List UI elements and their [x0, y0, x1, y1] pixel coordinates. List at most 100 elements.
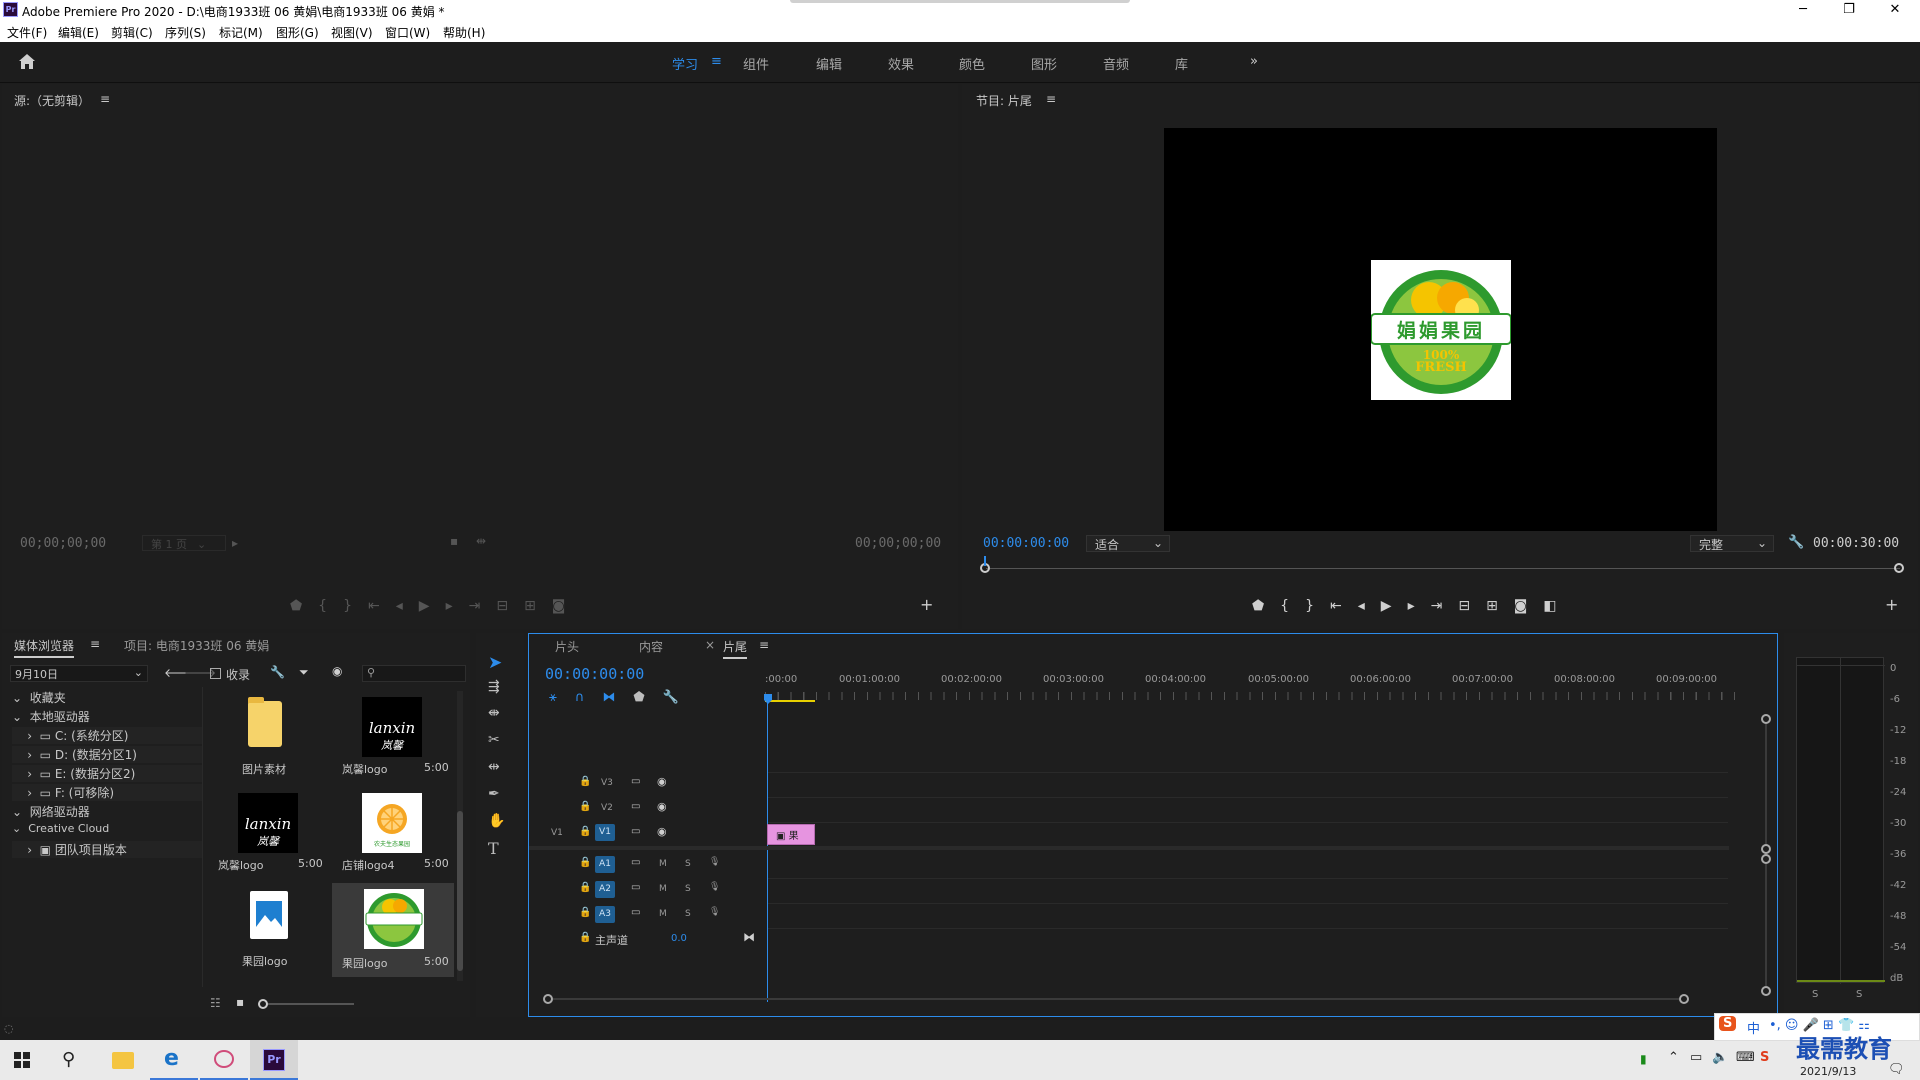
- export-frame-icon[interactable]: ◙: [552, 598, 582, 614]
- master-expand-icon[interactable]: ⧓: [743, 930, 755, 944]
- lock-icon[interactable]: 🔒: [579, 776, 591, 787]
- razor-tool-icon[interactable]: ✂: [488, 732, 500, 748]
- sync-lock-icon[interactable]: ▭: [631, 776, 640, 787]
- ingest-checkbox[interactable]: [210, 668, 221, 679]
- program-add-button-icon[interactable]: +: [1885, 595, 1898, 614]
- source-add-button-icon[interactable]: +: [920, 595, 933, 614]
- sync-lock-icon[interactable]: ▭: [631, 857, 640, 868]
- workspace-tab-color[interactable]: 颜色: [959, 54, 985, 73]
- microphone-icon[interactable]: 🎙: [709, 907, 720, 917]
- edge-browser-icon[interactable]: e: [150, 1040, 198, 1080]
- microphone-icon[interactable]: 🎙: [709, 857, 720, 867]
- program-quality-select[interactable]: 完整 ⌄: [1690, 535, 1774, 552]
- menu-clip[interactable]: 剪辑(C): [111, 24, 153, 41]
- program-video-frame[interactable]: 娟娟果园 100% FRESH: [1164, 128, 1717, 531]
- tree-drive-f[interactable]: › ▭ F: (可移除): [12, 784, 202, 801]
- program-zoom-select[interactable]: 适合 ⌄: [1086, 535, 1170, 552]
- go-to-in-icon[interactable]: ⇤: [1330, 598, 1358, 614]
- solo-button[interactable]: S: [685, 884, 691, 894]
- mark-in-icon[interactable]: {: [318, 598, 343, 614]
- selection-tool-icon[interactable]: ➤: [488, 653, 502, 673]
- meter-solo-left[interactable]: S: [1812, 989, 1818, 1000]
- go-to-out-icon[interactable]: ⇥: [469, 598, 497, 614]
- work-area-bar[interactable]: [765, 700, 815, 702]
- workspace-menu-icon[interactable]: ≡: [711, 54, 722, 69]
- menu-view[interactable]: 视图(V): [331, 24, 373, 41]
- tree-network-drives[interactable]: ⌄ 网络驱动器: [12, 803, 90, 820]
- workspace-tab-editing[interactable]: 编辑: [816, 54, 842, 73]
- restore-button[interactable]: ❐: [1826, 0, 1872, 20]
- search-input[interactable]: ⚲: [362, 665, 466, 682]
- media-thumb-folder[interactable]: 图片素材: [208, 691, 326, 783]
- play-icon[interactable]: ▶: [1381, 598, 1408, 614]
- next-page-icon[interactable]: ▸: [232, 536, 238, 550]
- lock-icon[interactable]: 🔒: [579, 882, 591, 893]
- menu-edit[interactable]: 编辑(E): [58, 24, 99, 41]
- close-button[interactable]: ✕: [1872, 0, 1918, 20]
- workspace-tab-effects[interactable]: 效果: [888, 54, 914, 73]
- eye-icon[interactable]: ◉: [657, 825, 667, 838]
- track-target-a1[interactable]: A1: [595, 856, 615, 873]
- input-method-icon[interactable]: ⌨: [1736, 1050, 1755, 1065]
- view-icon[interactable]: ◉: [332, 664, 342, 678]
- mute-button[interactable]: M: [659, 884, 667, 894]
- list-view-icon[interactable]: ☷: [210, 996, 221, 1010]
- source-settings-icon[interactable]: ▪: [450, 534, 458, 548]
- add-marker-icon[interactable]: ⬟: [290, 598, 318, 614]
- folder-select[interactable]: 9月10日 ⌄: [10, 665, 148, 682]
- insert-icon[interactable]: ⊟: [496, 598, 524, 614]
- timeline-timecode[interactable]: 00:00:00:00: [545, 665, 644, 683]
- zoom-slider[interactable]: [258, 999, 354, 1009]
- hand-tool-icon[interactable]: ✋: [488, 813, 505, 829]
- solo-button[interactable]: S: [685, 859, 691, 869]
- program-transport-controls[interactable]: ⬟{}⇤◂▶▸⇥⊟⊞◙◧: [1252, 598, 1573, 614]
- lock-icon[interactable]: 🔒: [579, 801, 591, 812]
- media-thumb-store-logo[interactable]: 农夫生态果园 店铺logo4 5:00: [332, 787, 450, 879]
- home-icon[interactable]: [18, 53, 36, 70]
- tree-team-projects[interactable]: › ▣ 团队项目版本: [12, 841, 202, 858]
- export-frame-icon[interactable]: ◙: [1514, 598, 1544, 614]
- go-to-in-icon[interactable]: ⇤: [368, 598, 396, 614]
- timeline-settings-icon[interactable]: 🔧: [663, 690, 697, 705]
- lock-icon[interactable]: 🔒: [579, 932, 591, 943]
- menu-help[interactable]: 帮助(H): [443, 24, 485, 41]
- extract-icon[interactable]: ⊞: [1486, 598, 1514, 614]
- source-page-select[interactable]: 第 1 页 ⌄: [142, 535, 226, 551]
- tab-project[interactable]: 项目: 电商1933班 06 黄娟: [124, 637, 269, 654]
- paint-app-icon[interactable]: [200, 1040, 248, 1080]
- tree-drive-c[interactable]: › ▭ C: (系统分区): [12, 727, 202, 744]
- sync-lock-icon[interactable]: ▭: [631, 801, 640, 812]
- sync-lock-icon[interactable]: ▭: [631, 826, 640, 837]
- menu-graphics[interactable]: 图形(G): [276, 24, 319, 41]
- panel-menu-icon[interactable]: ≡: [100, 92, 110, 106]
- lock-icon[interactable]: 🔒: [579, 826, 591, 837]
- snap-icon[interactable]: ∩: [575, 690, 603, 705]
- step-forward-icon[interactable]: ▸: [446, 598, 469, 614]
- tree-drive-d[interactable]: › ▭ D: (数据分区1): [12, 746, 202, 763]
- add-marker-icon[interactable]: ⬟: [1252, 598, 1280, 614]
- media-thumb-fruit-logo[interactable]: 果园logo 5:00: [332, 883, 454, 977]
- workspace-tab-learn[interactable]: 学习: [672, 54, 698, 73]
- sync-lock-icon[interactable]: ▭: [631, 907, 640, 918]
- media-thumb-lanxin-1[interactable]: lanxin 岚馨 岚馨logo 5:00: [332, 691, 450, 783]
- tree-drive-e[interactable]: › ▭ E: (数据分区2): [12, 765, 202, 782]
- mark-in-icon[interactable]: {: [1280, 598, 1305, 614]
- program-playhead-timecode[interactable]: 00:00:00:00: [983, 536, 1069, 551]
- menu-window[interactable]: 窗口(W): [385, 24, 430, 41]
- volume-icon[interactable]: 🔈: [1712, 1050, 1728, 1065]
- notification-icon[interactable]: 🗨: [1888, 1062, 1905, 1077]
- sogou-logo-icon[interactable]: S: [1719, 1016, 1737, 1031]
- track-target-a2[interactable]: A2: [595, 881, 615, 898]
- windows-start-icon[interactable]: [14, 1052, 30, 1068]
- master-volume[interactable]: 0.0: [671, 933, 687, 944]
- source-export-icon[interactable]: ⇹: [476, 534, 486, 548]
- linked-selection-icon[interactable]: ⧓: [602, 690, 633, 705]
- slip-tool-icon[interactable]: ⇹: [488, 759, 500, 775]
- play-icon[interactable]: ▶: [419, 598, 446, 614]
- program-time-ruler[interactable]: [976, 556, 1908, 578]
- tree-creative-cloud[interactable]: ⌄ Creative Cloud: [12, 822, 109, 835]
- nest-icon[interactable]: ⚹: [549, 690, 575, 705]
- step-forward-icon[interactable]: ▸: [1408, 598, 1431, 614]
- panel-menu-icon[interactable]: ≡: [1046, 92, 1056, 106]
- file-explorer-icon[interactable]: [112, 1052, 134, 1069]
